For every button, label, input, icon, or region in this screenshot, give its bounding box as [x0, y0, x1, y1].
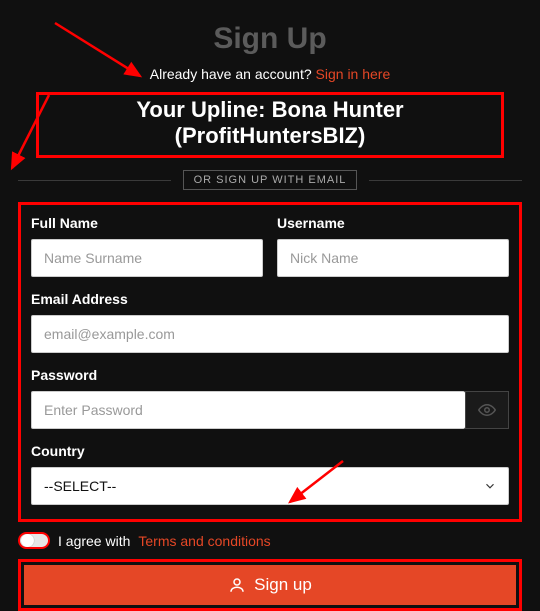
email-input[interactable]	[31, 315, 509, 353]
toggle-knob	[21, 534, 34, 547]
subtitle-row: Already have an account? Sign in here	[18, 66, 522, 82]
country-select[interactable]: --SELECT--	[31, 467, 509, 505]
signup-button-frame: Sign up	[18, 559, 522, 611]
divider-text: OR SIGN UP WITH EMAIL	[183, 170, 358, 190]
password-visibility-toggle[interactable]	[465, 391, 509, 429]
user-icon	[228, 576, 246, 594]
subtitle-text: Already have an account?	[150, 66, 316, 82]
sign-in-link[interactable]: Sign in here	[316, 66, 391, 82]
username-label: Username	[277, 215, 509, 231]
page-title: Sign Up	[18, 22, 522, 56]
agree-toggle[interactable]	[18, 532, 50, 549]
agree-text: I agree with	[58, 533, 130, 549]
divider: OR SIGN UP WITH EMAIL	[18, 170, 522, 190]
divider-line	[369, 180, 522, 181]
agree-row: I agree with Terms and conditions	[18, 532, 522, 549]
signup-button[interactable]: Sign up	[24, 565, 516, 605]
fullname-input[interactable]	[31, 239, 263, 277]
eye-icon	[478, 401, 496, 419]
upline-banner: Your Upline: Bona Hunter (ProfitHuntersB…	[36, 92, 504, 158]
password-input[interactable]	[31, 391, 465, 429]
password-label: Password	[31, 367, 509, 383]
divider-line	[18, 180, 171, 181]
email-label: Email Address	[31, 291, 509, 307]
signup-button-label: Sign up	[254, 575, 312, 595]
form-container: Full Name Username Email Address Passwor…	[18, 202, 522, 522]
username-input[interactable]	[277, 239, 509, 277]
fullname-label: Full Name	[31, 215, 263, 231]
country-label: Country	[31, 443, 509, 459]
terms-link[interactable]: Terms and conditions	[138, 533, 270, 549]
